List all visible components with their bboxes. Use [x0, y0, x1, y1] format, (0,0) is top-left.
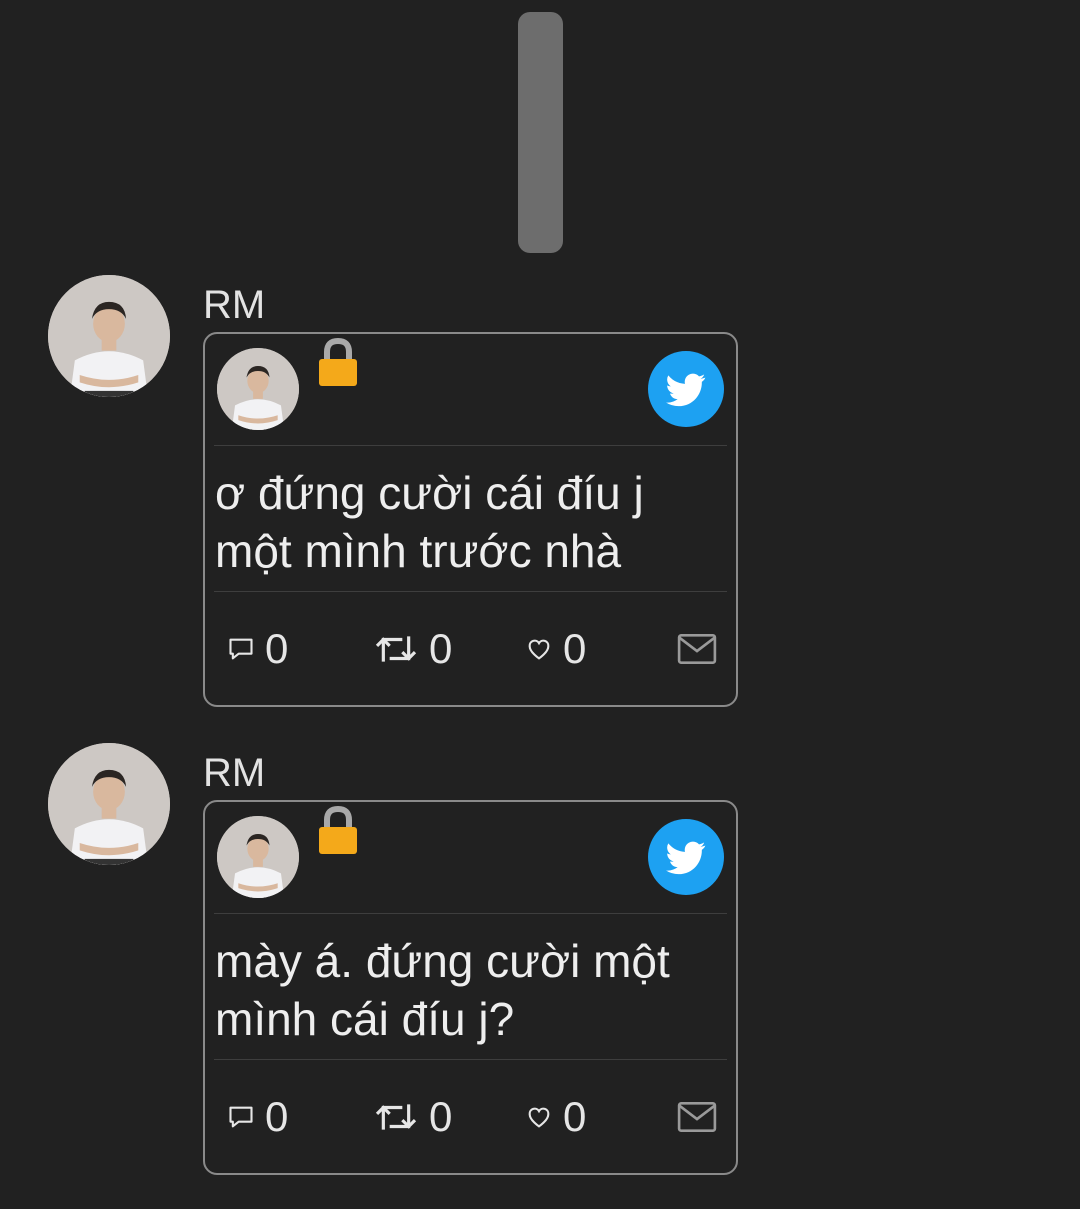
- heart-icon: [528, 639, 550, 660]
- tweet-text-line: ơ đứng cười cái đíu j: [215, 467, 644, 519]
- tweet-card[interactable]: mày á. đứng cười một mình cái đíu j? 0 0…: [203, 800, 738, 1175]
- share-mail-button[interactable]: [677, 1092, 717, 1142]
- person-photo-icon: [48, 743, 170, 865]
- retweet-button[interactable]: 0: [373, 1092, 452, 1142]
- reply-button[interactable]: 0: [227, 1092, 288, 1142]
- tweet-text-line: mình cái đíu j?: [215, 993, 515, 1045]
- tweet-text-line: một mình trước nhà: [215, 525, 622, 577]
- retweet-icon: [375, 636, 417, 662]
- tweet-text-line: mày á. đứng cười một: [215, 935, 670, 987]
- heart-icon: [528, 1107, 550, 1128]
- twitter-badge[interactable]: [648, 819, 724, 895]
- reply-icon: [229, 638, 253, 660]
- tweet-text: ơ đứng cười cái đíu j một mình trước nhà: [215, 464, 725, 580]
- mail-icon: [677, 1102, 717, 1132]
- lock-icon: [319, 338, 357, 386]
- person-photo-icon: [217, 348, 299, 430]
- chat-message: RM: [0, 743, 1080, 1183]
- lock-icon: [319, 806, 357, 854]
- mail-icon: [677, 634, 717, 664]
- like-count: 0: [563, 1093, 587, 1140]
- tweet-text: mày á. đứng cười một mình cái đíu j?: [215, 932, 725, 1048]
- reply-button[interactable]: 0: [227, 624, 288, 674]
- tweet-author-avatar[interactable]: [217, 348, 299, 430]
- tweet-actions: 0 0 0: [205, 1092, 736, 1142]
- divider: [214, 591, 727, 592]
- retweet-icon: [375, 1104, 417, 1130]
- reply-count: 0: [265, 625, 289, 672]
- twitter-badge[interactable]: [648, 351, 724, 427]
- tweet-author-avatar[interactable]: [217, 816, 299, 898]
- reply-icon: [229, 1106, 253, 1128]
- twitter-bird-icon: [666, 373, 706, 407]
- retweet-count: 0: [429, 625, 453, 672]
- divider: [214, 1059, 727, 1060]
- sender-avatar[interactable]: [48, 275, 170, 397]
- tweet-actions: 0 0 0: [205, 624, 736, 674]
- retweet-count: 0: [429, 1093, 453, 1140]
- chat-page: RM ơ đứng cười cái đíu j một mình trước …: [0, 0, 1080, 1209]
- sender-avatar[interactable]: [48, 743, 170, 865]
- divider: [214, 913, 727, 914]
- tweet-card[interactable]: ơ đứng cười cái đíu j một mình trước nhà…: [203, 332, 738, 707]
- scroll-handle[interactable]: [518, 12, 563, 253]
- like-button[interactable]: 0: [525, 624, 586, 674]
- twitter-bird-icon: [666, 841, 706, 875]
- chat-message: RM: [0, 275, 1080, 715]
- like-count: 0: [563, 625, 587, 672]
- reply-count: 0: [265, 1093, 289, 1140]
- sender-name: RM: [203, 751, 266, 795]
- divider: [214, 445, 727, 446]
- sender-name: RM: [203, 283, 266, 327]
- retweet-button[interactable]: 0: [373, 624, 452, 674]
- share-mail-button[interactable]: [677, 624, 717, 674]
- like-button[interactable]: 0: [525, 1092, 586, 1142]
- person-photo-icon: [217, 816, 299, 898]
- person-photo-icon: [48, 275, 170, 397]
